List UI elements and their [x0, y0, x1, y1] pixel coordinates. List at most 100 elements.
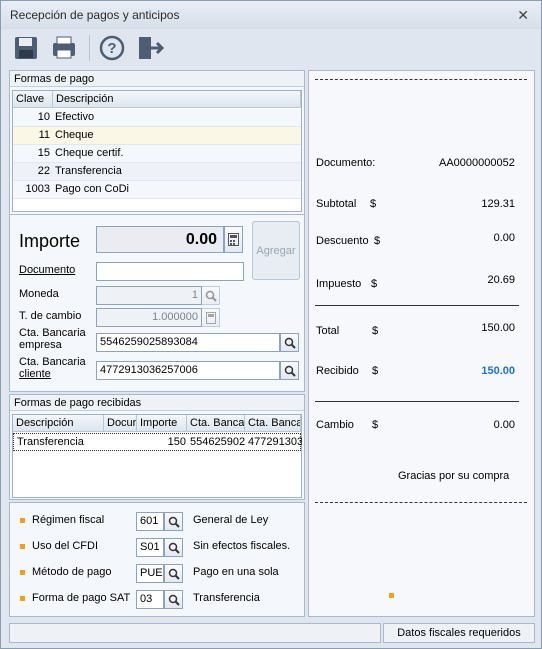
close-icon[interactable]: ✕	[517, 7, 529, 24]
fiscal-code-input[interactable]: PUE	[136, 564, 164, 583]
moneda-search-icon[interactable]	[201, 286, 220, 305]
column-header-descripcion[interactable]: Descripción	[13, 415, 104, 432]
list-item[interactable]: 22 Transferencia	[13, 163, 301, 181]
cell-importe: 150	[167, 436, 186, 448]
status-bar-left	[9, 623, 381, 643]
search-icon[interactable]	[164, 590, 183, 609]
fiscal-description: Sin efectos fiscales.	[193, 540, 291, 552]
recibido-currency: $	[372, 365, 379, 377]
help-icon[interactable]: ?	[97, 33, 127, 63]
exit-icon[interactable]	[135, 33, 165, 63]
column-header-descripcion[interactable]: Descripción	[53, 91, 301, 108]
fiscal-description: General de Ley	[193, 514, 269, 526]
cell-clave: 11	[38, 129, 50, 141]
cta-cliente-search-icon[interactable]	[280, 361, 299, 380]
formas-pago-panel: Formas de pago Clave Descripción 10 Efect…	[9, 70, 305, 392]
save-icon[interactable]	[11, 33, 41, 63]
cell-descripcion: Efectivo	[55, 111, 95, 123]
recibido-label: Recibido	[316, 365, 359, 377]
list-item[interactable]: 11 Cheque	[13, 127, 301, 145]
importe-label: Importe	[19, 231, 81, 251]
importe-input[interactable]: 0.00	[96, 226, 224, 253]
subtotal-value: 129.31	[481, 198, 515, 210]
fiscal-description: Pago en una sola	[193, 566, 279, 578]
documento-input[interactable]	[96, 262, 244, 281]
table-row[interactable]: Transferencia 150 554625902 477291303	[13, 433, 302, 451]
cell-clave: 10	[37, 111, 50, 123]
cta-cliente-label-line1: Cta. Bancaria	[19, 356, 86, 368]
tcambio-input[interactable]: 1.000000	[96, 308, 202, 327]
cta-empresa-input[interactable]: 5546259025893084	[96, 333, 280, 352]
svg-text:?: ?	[107, 40, 116, 57]
required-marker	[20, 518, 25, 523]
cell-cta-empresa: 554625902	[190, 436, 246, 448]
receipt-panel	[308, 70, 535, 617]
recibido-value: 150.00	[481, 365, 515, 377]
cta-empresa-search-icon[interactable]	[280, 333, 299, 352]
print-icon[interactable]	[49, 33, 79, 63]
fiscal-label: Uso del CFDI	[32, 540, 99, 552]
column-header-importe[interactable]: Importe	[137, 415, 187, 432]
cambio-label: Cambio	[316, 419, 354, 431]
cell-clave: 15	[37, 147, 50, 159]
list-item[interactable]: 10 Efectivo	[13, 109, 301, 127]
tcambio-label: T. de cambio	[19, 310, 82, 322]
moneda-input[interactable]: 1	[96, 286, 202, 305]
subtotal-label: Subtotal	[316, 198, 357, 210]
cta-cliente-label-line2: cliente	[19, 368, 51, 380]
receipt-divider-bottom	[315, 502, 527, 503]
cambio-currency: $	[372, 419, 379, 431]
list-item[interactable]: 15 Cheque certif.	[13, 145, 301, 163]
column-header-clave[interactable]: Clave	[13, 91, 53, 108]
required-marker	[20, 570, 25, 575]
title-bar: Recepción de pagos y anticipos ✕	[1, 1, 541, 29]
fiscal-panel: Régimen fiscal 601 General de Ley Uso del C…	[9, 502, 305, 617]
fiscal-code-input[interactable]: 03	[136, 590, 164, 609]
impuesto-currency: $	[371, 278, 378, 290]
receipt-documento-value: AA0000000052	[439, 157, 515, 169]
receipt-divider-top	[315, 79, 527, 80]
cta-empresa-label-line2: empresa	[19, 339, 62, 351]
cta-empresa-label-line1: Cta. Bancaria	[19, 327, 86, 339]
column-header-cta-cliente[interactable]: Cta. Banca	[245, 415, 301, 432]
cell-descripcion: Pago con CoDi	[55, 183, 129, 195]
fiscal-label: Forma de pago SAT	[32, 592, 131, 604]
recibidas-header: Formas de pago recibidas	[10, 395, 304, 411]
required-marker	[389, 593, 394, 598]
cell-cta-cliente: 477291303	[248, 436, 302, 448]
formas-pago-header: Formas de pago	[10, 71, 304, 87]
moneda-label: Moneda	[19, 288, 59, 300]
total-value: 150.00	[481, 322, 515, 334]
toolbar: ?	[1, 29, 541, 67]
calculator-icon[interactable]	[224, 226, 243, 253]
column-header-cta-empresa[interactable]: Cta. Banca	[187, 415, 245, 432]
descuento-label: Descuento	[316, 235, 369, 247]
required-marker	[20, 544, 25, 549]
total-label: Total	[316, 325, 340, 337]
fiscal-label: Método de pago	[32, 566, 112, 578]
descuento-value: 0.00	[493, 232, 515, 244]
search-icon[interactable]	[164, 538, 183, 557]
cell-descripcion: Transferencia	[55, 165, 122, 177]
tcambio-calculator-icon[interactable]	[201, 308, 220, 327]
search-icon[interactable]	[164, 512, 183, 531]
gracias-text: Gracias por su compra	[398, 470, 510, 482]
agregar-button[interactable]: Agregar	[252, 221, 300, 280]
receipt-divider	[315, 401, 519, 402]
cta-cliente-input[interactable]: 4772913036257006	[96, 361, 280, 380]
cta-empresa-label: Cta. Bancaria empresa	[19, 327, 86, 351]
cell-clave: 22	[37, 165, 50, 177]
toolbar-separator	[89, 35, 90, 61]
list-item[interactable]: 1003 Pago con CoDi	[13, 181, 301, 199]
recibidas-grid[interactable]: Descripción Docur Importe Cta. Banca Cta…	[12, 414, 302, 498]
column-header-documento[interactable]: Docur	[104, 415, 137, 432]
formas-pago-grid[interactable]: Clave Descripción 10 Efectivo 11 Cheque 15 Ch…	[12, 90, 302, 212]
main-window: Recepción de pagos y anticipos ✕ ? Forma…	[0, 0, 542, 649]
required-marker	[20, 596, 25, 601]
descuento-currency: $	[374, 235, 381, 247]
fiscal-description: Transferencia	[193, 592, 260, 604]
search-icon[interactable]	[164, 564, 183, 583]
fiscal-code-input[interactable]: 601	[136, 512, 164, 531]
fiscal-code-input[interactable]: S01	[136, 538, 164, 557]
window-title: Recepción de pagos y anticipos	[10, 8, 180, 22]
